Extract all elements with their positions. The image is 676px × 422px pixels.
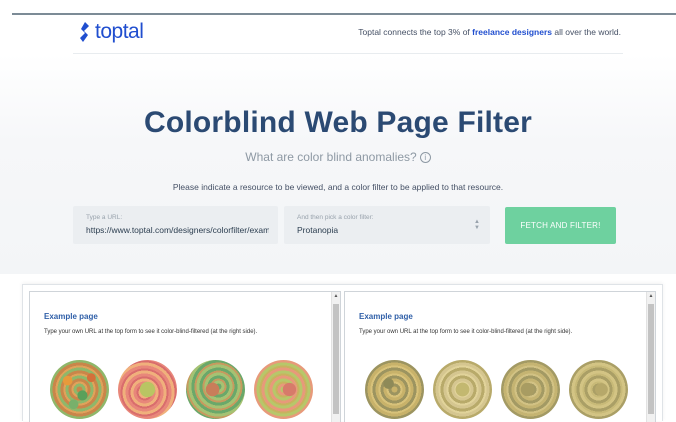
right-frame-scrollbar[interactable]: ▲: [646, 292, 655, 422]
page-title: Colorblind Web Page Filter: [143, 106, 532, 139]
example-page-description: Type your own URL at the top form to see…: [44, 329, 258, 335]
top-border: [12, 13, 676, 15]
example-page-description: Type your own URL at the top form to see…: [359, 329, 573, 335]
tagline-prefix: Toptal connects the top 3% of: [358, 27, 473, 37]
example-page-title: Example page: [359, 312, 413, 321]
freelance-designers-link[interactable]: freelance designers: [472, 27, 552, 37]
select-arrows-icon: ▲ ▼: [474, 219, 480, 231]
ishihara-plate-3: [186, 360, 245, 419]
ishihara-plate-2: [118, 360, 177, 419]
filter-select-label: And then pick a color filter:: [297, 214, 374, 221]
filtered-ishihara-plate-3: [501, 360, 560, 419]
example-page-title: Example page: [44, 312, 98, 321]
filtered-preview-frame[interactable]: Example page Type your own URL at the to…: [344, 291, 656, 422]
original-preview-frame[interactable]: Example page Type your own URL at the to…: [29, 291, 341, 422]
info-icon: i: [419, 152, 431, 164]
tagline-suffix: all over the world.: [552, 27, 621, 37]
fetch-and-filter-button[interactable]: FETCH AND FILTER!: [505, 207, 616, 244]
ishihara-plate-1: [50, 360, 109, 419]
filtered-ishihara-plate-4: [569, 360, 628, 419]
filtered-ishihara-plate-1: [365, 360, 424, 419]
scrollbar-thumb[interactable]: [333, 304, 339, 414]
preview-panel: Example page Type your own URL at the to…: [22, 284, 663, 422]
ishihara-plate-4: [254, 360, 313, 419]
url-input-value[interactable]: https://www.toptal.com/designers/colorfi…: [86, 225, 269, 235]
scrollbar-thumb[interactable]: [648, 304, 654, 414]
filtered-ishihara-plate-2: [433, 360, 492, 419]
header-tagline: Toptal connects the top 3% of freelance …: [358, 27, 621, 37]
url-input-label: Type a URL:: [86, 214, 123, 221]
instruction-text: Please indicate a resource to be viewed,…: [172, 182, 504, 192]
left-frame-scrollbar[interactable]: ▲: [331, 292, 340, 422]
url-input[interactable]: Type a URL: https://www.toptal.com/desig…: [73, 206, 278, 244]
site-header: toptal Toptal connects the top 3% of fre…: [73, 16, 623, 54]
toptal-logo[interactable]: toptal: [77, 20, 144, 44]
color-filter-select[interactable]: And then pick a color filter: Protanopia…: [284, 206, 490, 244]
toptal-logo-icon: [80, 22, 89, 42]
color-blind-anomalies-link[interactable]: What are color blind anomalies? i: [0, 150, 676, 164]
scroll-up-arrow-icon[interactable]: ▲: [332, 293, 340, 299]
subtitle-text: What are color blind anomalies?: [245, 150, 417, 164]
filter-select-value: Protanopia: [297, 225, 339, 235]
logo-text: toptal: [95, 20, 144, 43]
scroll-up-arrow-icon[interactable]: ▲: [647, 293, 655, 299]
